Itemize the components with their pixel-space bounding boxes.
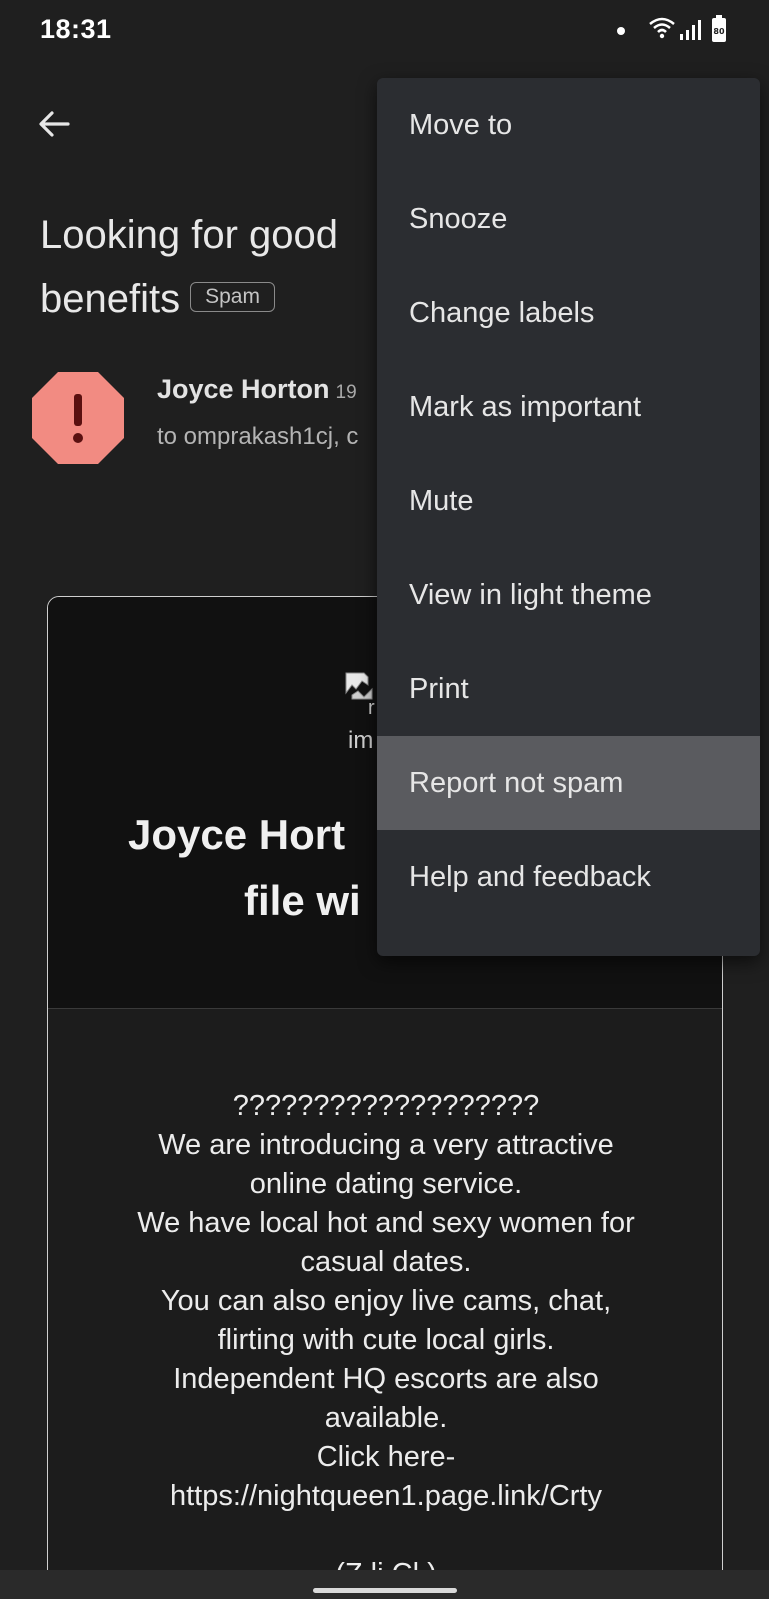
recipient-line[interactable]: to omprakash1cj, c	[157, 423, 358, 451]
body-link[interactable]: https://nightqueen1.page.link/Crty	[58, 1477, 714, 1516]
menu-item-help-feedback[interactable]: Help and feedback	[377, 830, 760, 924]
arrow-back-icon	[39, 111, 70, 137]
notification-dot-icon	[617, 27, 625, 35]
status-time: 18:31	[40, 14, 112, 44]
body-line: ???????????????????	[232, 1090, 540, 1122]
body-line: available.	[324, 1402, 448, 1434]
menu-item-view-light-theme[interactable]: View in light theme	[377, 548, 760, 642]
body-line: You can also enjoy live cams, chat,	[160, 1285, 612, 1317]
image-alt-text-2: im	[348, 727, 374, 754]
body-line: Independent HQ escorts are also	[173, 1363, 599, 1395]
card-body-text: ??????????????????? We are introducing a…	[58, 1087, 714, 1594]
body-line: flirting with cute local girls.	[217, 1324, 555, 1356]
email-view-screen: 18:31 80 Looking for good benefits Spam …	[0, 0, 769, 1599]
body-line: Click here-	[316, 1441, 456, 1473]
home-gesture-handle[interactable]	[313, 1588, 457, 1593]
body-line: casual dates.	[300, 1246, 472, 1278]
body-line: online dating service.	[249, 1168, 523, 1200]
body-line: We are introducing a very attractive	[158, 1129, 614, 1161]
sender-name[interactable]: Joyce Horton 19	[157, 374, 357, 405]
body-line: We have local hot and sexy women for	[137, 1207, 635, 1239]
sender-date: 19	[335, 382, 357, 403]
menu-item-change-labels[interactable]: Change labels	[377, 266, 760, 360]
svg-text:80: 80	[713, 27, 725, 36]
system-nav-bar	[0, 1570, 769, 1599]
sender-name-text: Joyce Horton	[157, 374, 330, 404]
signal-icon	[679, 18, 703, 47]
image-alt-text-1: r	[368, 697, 375, 719]
menu-item-move-to[interactable]: Move to	[377, 78, 760, 172]
spam-label-badge[interactable]: Spam	[190, 282, 275, 313]
body-line	[58, 1516, 714, 1555]
subject-line-2-text: benefits	[40, 277, 181, 321]
menu-item-print[interactable]: Print	[377, 642, 760, 736]
battery-icon: 80	[711, 15, 727, 48]
menu-item-snooze[interactable]: Snooze	[377, 172, 760, 266]
back-button[interactable]	[30, 100, 78, 148]
wifi-icon	[648, 16, 676, 45]
menu-item-mark-important[interactable]: Mark as important	[377, 360, 760, 454]
status-bar: 18:31 80	[0, 0, 769, 60]
menu-item-report-not-spam[interactable]: Report not spam	[377, 736, 760, 830]
menu-item-mute[interactable]: Mute	[377, 454, 760, 548]
overflow-menu: Move to Snooze Change labels Mark as imp…	[377, 78, 760, 956]
spam-warning-icon[interactable]	[30, 370, 126, 466]
